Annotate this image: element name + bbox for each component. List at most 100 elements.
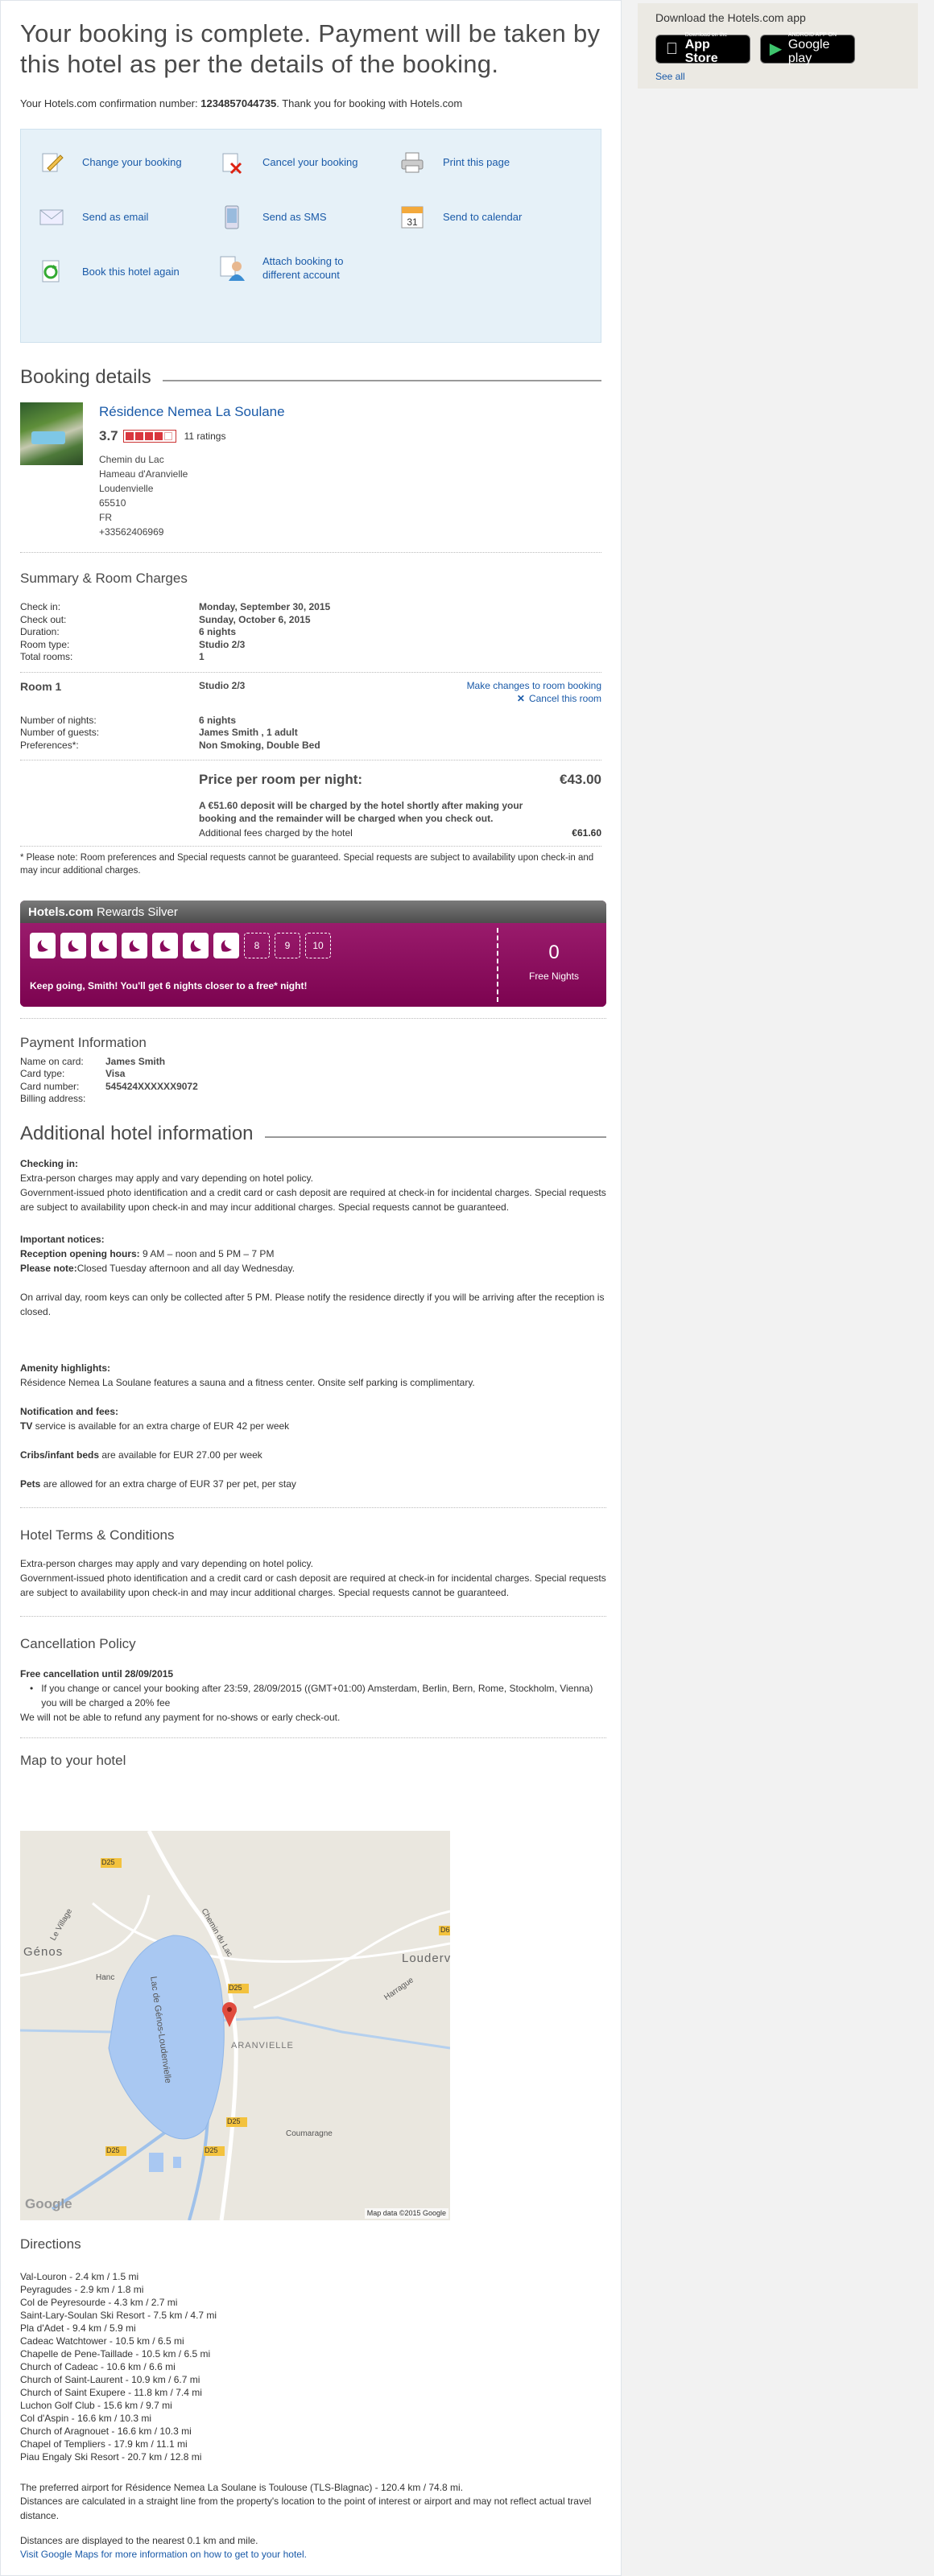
address-line: Hameau d'Aranvielle: [99, 468, 188, 480]
direction-item: Church of Saint-Laurent - 10.9 km / 6.7 …: [20, 2373, 200, 2385]
cancel-booking-action[interactable]: Cancel your booking: [217, 149, 358, 176]
rewards-message: Keep going, Smith! You'll get 6 nights c…: [30, 980, 308, 991]
hotel-photo[interactable]: [20, 402, 83, 465]
map-road-label: D25: [106, 2146, 120, 2154]
terms-line: Extra-person charges may apply and vary …: [20, 1558, 313, 1570]
night-stamp-icon: [60, 933, 86, 958]
print-action[interactable]: Print this page: [398, 149, 510, 176]
cribs-label: Cribs/infant beds: [20, 1449, 100, 1461]
refresh-icon: [37, 258, 66, 286]
terms-title: Hotel Terms & Conditions: [20, 1527, 175, 1544]
price-block: Price per room per night: €43.00 A €51.6…: [20, 765, 601, 839]
direction-item: Chapelle de Pene-Taillade - 10.5 km / 6.…: [20, 2347, 211, 2360]
map-road-label: D25: [205, 2146, 218, 2154]
cancel-room-label: Cancel this room: [528, 692, 601, 704]
please-note-value: Closed Tuesday afternoon and all day Wed…: [76, 1263, 295, 1275]
attach-booking-label: Attach booking to different account: [262, 255, 344, 282]
direction-item: Church of Cadeac - 10.6 km / 6.6 mi: [20, 2360, 176, 2372]
booking-confirmation: Your booking is complete. Payment will b…: [0, 0, 622, 2576]
hotel-address: Chemin du Lac Hameau d'Aranvielle Louden…: [99, 452, 285, 539]
direction-item: Church of Saint Exupere - 11.8 km / 7.4 …: [20, 2386, 202, 2398]
rewards-brand: Hotels.com: [28, 905, 93, 919]
payment-table: Name on card: James Smith Card type: Visa …: [20, 1056, 606, 1106]
direction-item: Cadeac Watchtower - 10.5 km / 6.5 mi: [20, 2335, 184, 2347]
cancel-room-link[interactable]: ✕ Cancel this room: [517, 692, 601, 706]
payment-key: Card type:: [20, 1068, 65, 1080]
please-note-label: Please note:: [20, 1263, 77, 1275]
preferences-value: Non Smoking, Double Bed: [199, 739, 320, 751]
make-changes-link[interactable]: Make changes to room booking: [467, 679, 601, 693]
cancellation-body: Free cancellation until 28/09/2015 • If y…: [20, 1667, 606, 1725]
night-stamp-icon: [152, 933, 178, 958]
payment-title: Payment Information: [20, 1035, 147, 1050]
ratings-count: 11 ratings: [184, 430, 226, 442]
map-road-label: D6: [440, 1926, 450, 1934]
direction-item: Pla d'Adet - 9.4 km / 5.9 mi: [20, 2322, 136, 2334]
google-logo: Google: [25, 2196, 72, 2211]
night-stamp-empty: 9: [275, 933, 300, 958]
print-label: Print this page: [443, 155, 510, 168]
hotel-name-link[interactable]: Résidence Nemea La Soulane: [99, 404, 285, 419]
book-again-action[interactable]: Book this hotel again: [37, 258, 180, 286]
directions-section: Directions Val-Louron - 2.4 km / 1.5 mi P…: [20, 2235, 606, 2562]
free-nights: 0 Free Nights: [500, 939, 606, 983]
send-email-action[interactable]: Send as email: [37, 204, 148, 231]
google-maps-link[interactable]: Visit Google Maps for more information o…: [20, 2549, 307, 2560]
amenity-text: Résidence Nemea La Soulane features a sa…: [20, 1377, 475, 1389]
free-nights-count: 0: [548, 942, 560, 963]
cancellation-fee-text: If you change or cancel your booking aft…: [41, 1682, 593, 1708]
billing-address-value: [105, 1093, 606, 1106]
night-stamp-icon: [30, 933, 56, 958]
rating-bar: [122, 430, 176, 443]
distance-calc-note: Distances are calculated in a straight l…: [20, 2496, 592, 2521]
pets-label: Pets: [20, 1478, 41, 1490]
tv-text: service is available for an extra charge…: [32, 1420, 290, 1432]
map-title: Map to your hotel: [20, 1752, 126, 1768]
rating-score: 3.7: [99, 428, 118, 444]
duration-value: 6 nights: [199, 626, 237, 638]
hotel-card: Résidence Nemea La Soulane 3.7 11 rating…: [20, 402, 601, 540]
send-calendar-action[interactable]: 31 Send to calendar: [398, 204, 522, 231]
user-account-icon: [217, 255, 246, 282]
send-sms-action[interactable]: Send as SMS: [217, 204, 327, 231]
preferences-note: * Please note: Room preferences and Spec…: [20, 853, 594, 876]
booking-details-header: Booking details: [20, 364, 601, 391]
payment-key: Billing address:: [20, 1093, 86, 1105]
cribs-text: are available for EUR 27.00 per week: [99, 1449, 262, 1461]
direction-item: Peyragudes - 2.9 km / 1.8 mi: [20, 2283, 144, 2295]
app-download-panel: Download the Hotels.com app  Download o…: [638, 3, 918, 89]
fees-heading: Notification and fees:: [20, 1406, 119, 1418]
checkin-heading: Checking in:: [20, 1158, 79, 1170]
map-place-label: Génos: [23, 1945, 64, 1959]
room-header: Room 1 Studio 2/3 Make changes to room b…: [20, 679, 601, 715]
pets-text: are allowed for an extra charge of EUR 3…: [40, 1478, 296, 1490]
guests-value: James Smith , 1 adult: [199, 727, 298, 739]
night-stamp-icon: [91, 933, 117, 958]
see-all-link[interactable]: See all: [655, 70, 900, 84]
change-booking-label: Change your booking: [82, 155, 182, 168]
rewards-tier: Rewards Silver: [93, 905, 178, 919]
hotel-map[interactable]: D25 D25 D25 D25 D25 D6 Génos Loudervie A…: [20, 1831, 450, 2220]
send-calendar-label: Send to calendar: [443, 210, 523, 223]
total-rooms-value: 1: [199, 651, 205, 663]
map-attribution: Map data ©2015 Google: [364, 2208, 448, 2219]
direction-item: Col de Peyresourde - 4.3 km / 2.7 mi: [20, 2296, 178, 2308]
apple-icon: : [663, 38, 681, 60]
attach-booking-action[interactable]: Attach booking to different account: [217, 255, 386, 282]
card-name-value: James Smith: [105, 1055, 166, 1067]
direction-item: Col d'Aspin - 16.6 km / 10.3 mi: [20, 2412, 152, 2424]
terms-line: Government-issued photo identification a…: [20, 1572, 606, 1599]
summary-key: Check out:: [20, 613, 67, 625]
cancel-booking-label: Cancel your booking: [262, 155, 358, 168]
app-store-badge[interactable]:  Download on theApp Store: [655, 32, 750, 65]
additional-info-header: Additional hotel information: [20, 1120, 606, 1148]
calendar-day-text: 31: [407, 216, 418, 228]
room-key: Number of nights:: [20, 714, 97, 726]
google-play-badge[interactable]: ▶ ANDROID APP ON Google play: [760, 32, 855, 65]
change-booking-action[interactable]: Change your booking: [37, 149, 182, 176]
additional-info-title: Additional hotel information: [20, 1122, 254, 1144]
confirmation-line: Your Hotels.com confirmation number: 123…: [20, 97, 601, 111]
arrival-note: On arrival day, room keys can only be co…: [20, 1292, 605, 1318]
cancel-icon: [217, 149, 246, 176]
map-place-label: ARANVIELLE: [231, 2041, 294, 2050]
